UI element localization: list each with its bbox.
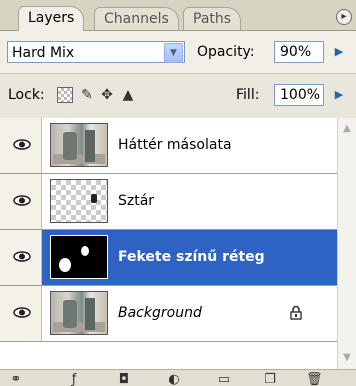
- layer-name[interactable]: Sztár: [118, 191, 154, 211]
- tab-paths[interactable]: Paths: [183, 7, 242, 30]
- lock-label: Lock:: [8, 87, 45, 103]
- layer-row-selected[interactable]: Fekete színű réteg: [0, 230, 337, 286]
- lock-all-icon[interactable]: ▲: [120, 87, 136, 103]
- layers-panel: Layers Channels Paths ▸ Hard Mix ▼ Opaci…: [0, 0, 356, 386]
- scroll-up-icon[interactable]: ▲: [339, 120, 355, 137]
- visibility-toggle[interactable]: [0, 118, 42, 173]
- eye-icon: [13, 307, 31, 318]
- opacity-input[interactable]: 90%: [274, 41, 324, 63]
- blend-mode-value: Hard Mix: [12, 45, 75, 61]
- tab-layers[interactable]: Layers: [18, 6, 85, 31]
- tab-channels[interactable]: Channels: [94, 7, 179, 30]
- mask-icon[interactable]: ◘: [116, 372, 132, 386]
- scroll-down-icon[interactable]: ▼: [339, 349, 355, 366]
- panel-menu-icon[interactable]: ▸: [336, 9, 352, 25]
- layer-row[interactable]: Háttér másolata: [0, 118, 337, 174]
- layers-list: Háttér másolata Sztár Fekete színű réteg…: [0, 118, 337, 369]
- layer-row[interactable]: Sztár: [0, 174, 337, 230]
- layer-name[interactable]: Background: [118, 303, 202, 323]
- layers-scrollbar[interactable]: ▲ ▼: [337, 118, 356, 369]
- chevron-down-icon[interactable]: ▼: [164, 43, 183, 63]
- new-layer-icon[interactable]: ❐: [262, 372, 278, 386]
- tab-bar: Layers Channels Paths ▸: [0, 0, 356, 31]
- eye-icon: [13, 195, 31, 206]
- trash-icon[interactable]: 🗑: [306, 372, 323, 386]
- eye-icon: [13, 251, 31, 262]
- lock-fill-row: Lock: ✎ ✥ ▲ Fill: 100% ▶: [0, 73, 356, 119]
- adjustment-icon[interactable]: ◐: [166, 372, 182, 386]
- layer-thumbnail: [50, 235, 108, 279]
- bottom-toolbar: ⚭ ƒ ◘ ◐ ▭ ❐ 🗑: [0, 369, 356, 386]
- group-folder-icon[interactable]: ▭: [216, 372, 232, 386]
- visibility-toggle[interactable]: [0, 174, 42, 229]
- layer-thumbnail: [50, 123, 108, 167]
- fill-label: Fill:: [236, 87, 260, 103]
- tab-label: Paths: [193, 11, 232, 27]
- blend-opacity-row: Hard Mix ▼ Opacity: 90% ▶: [0, 31, 356, 73]
- move-icon[interactable]: ✥: [99, 87, 115, 103]
- layer-thumbnail: [50, 179, 108, 223]
- layer-name[interactable]: Fekete színű réteg: [118, 247, 265, 267]
- lock-transparency-icon[interactable]: [57, 87, 73, 103]
- layer-row[interactable]: Background: [0, 286, 337, 342]
- link-icon[interactable]: ⚭: [8, 372, 24, 386]
- padlock-icon: [290, 305, 302, 320]
- brush-icon[interactable]: ✎: [79, 87, 95, 103]
- eye-icon: [13, 139, 31, 150]
- blend-mode-select[interactable]: Hard Mix ▼: [7, 41, 185, 63]
- layer-thumbnail: [50, 291, 108, 335]
- visibility-toggle[interactable]: [0, 230, 42, 285]
- tab-label: Layers: [28, 10, 75, 26]
- visibility-toggle[interactable]: [0, 286, 42, 341]
- fill-slider-arrow-icon[interactable]: ▶: [330, 84, 348, 106]
- fx-icon[interactable]: ƒ: [66, 372, 82, 386]
- tab-label: Channels: [104, 11, 169, 27]
- fill-input[interactable]: 100%: [274, 84, 324, 106]
- opacity-label: Opacity:: [197, 44, 255, 60]
- opacity-slider-arrow-icon[interactable]: ▶: [330, 41, 348, 63]
- layer-name[interactable]: Háttér másolata: [118, 135, 232, 155]
